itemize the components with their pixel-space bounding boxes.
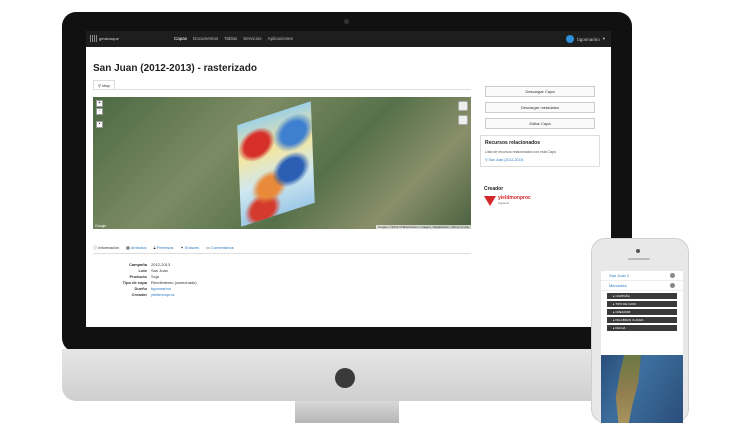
creator-link[interactable]: yieldmonproc <box>151 292 175 298</box>
phone-menu-creador[interactable]: ▸ CREADOR <box>607 309 677 315</box>
map-view[interactable]: + - ▪ Google Imagery ©2016 CNES/Astrium,… <box>93 97 471 229</box>
related-resources-box: Recursos relacionados Lista de recursos … <box>480 135 600 167</box>
tab-divider <box>93 89 471 90</box>
zoom-in-button[interactable]: + <box>96 100 103 107</box>
phone-map[interactable] <box>601 355 683 423</box>
info-row: Creador yieldmonproc <box>93 292 197 298</box>
nav-link-tablas[interactable]: Tablas <box>224 36 237 41</box>
monitor-screen: geoknoque Capas Documentos Tablas Servic… <box>86 31 611 327</box>
phone-map-land <box>615 355 641 423</box>
phone-menu-label: CAMPAÑA <box>615 294 630 298</box>
edit-layer-button[interactable]: Editar Capa <box>485 118 595 129</box>
top-navbar: geoknoque Capas Documentos Tablas Servic… <box>86 31 611 47</box>
user-name: bgonnarino <box>577 36 600 42</box>
google-logo: Google <box>95 224 107 228</box>
tab-atributos-label: Atributos <box>130 245 147 250</box>
creator-sub: ingeniería <box>498 202 509 205</box>
app-logo[interactable]: geoknoque <box>90 35 119 42</box>
tab-comentarios[interactable]: ▭ Comentarios <box>206 245 234 251</box>
creator-title: Creador <box>484 186 504 192</box>
related-resource-label: San Juan (2012-2013) <box>488 158 524 162</box>
tab-enlaces-label: Enlaces <box>184 245 200 250</box>
layers-icon[interactable] <box>458 101 468 111</box>
related-resource-link[interactable]: ⚲ San Juan (2012-2013) <box>485 158 595 162</box>
tab-atributos[interactable]: ▦ Atributos <box>126 245 146 251</box>
creator-logo-text: yieldmonproc ingeniería <box>498 196 531 206</box>
creator-section: Creador yieldmonproc ingeniería <box>484 186 531 206</box>
nav-link-capas[interactable]: Capas <box>174 36 187 41</box>
tab-comentarios-label: Comentarios <box>211 245 234 250</box>
monitor-stand <box>295 401 399 423</box>
side-panel: Descargar Capa Descargar metadatos Edita… <box>480 81 600 167</box>
tab-informacion-label: Información <box>98 245 120 250</box>
download-layer-button[interactable]: Descargar Capa <box>485 86 595 97</box>
related-resources-title: Recursos relacionados <box>485 140 541 146</box>
nav-links: Capas Documentos Tablas Servicios Aplica… <box>174 36 293 41</box>
user-menu[interactable]: bgonnarino ▾ <box>566 35 605 43</box>
info-tabs: ⓘ Información ▦ Atributos 🔒︎ Permisos ⚭ … <box>93 245 234 251</box>
tab-informacion[interactable]: ⓘ Información <box>93 245 119 251</box>
nav-link-documentos[interactable]: Documentos <box>193 36 218 41</box>
triangle-logo-icon <box>484 196 496 206</box>
info-table: Campaña 2012-2013 Lote San Juan Producto So… <box>93 262 197 298</box>
phone-menu-palabras-claves[interactable]: ▸ PALABRAS CLAVES <box>607 317 677 323</box>
phone-menu-campana[interactable]: ▸ CAMPAÑA <box>607 293 677 299</box>
phone-camera <box>636 249 640 253</box>
phone-menu-label: TIPO DE CAPA <box>615 302 637 306</box>
phone-screen: San Juan 2 Mercedes ▸ CAMPAÑA ▸ TIPO DE … <box>601 271 683 423</box>
map-pin-icon: ⚲ <box>485 158 488 162</box>
chevron-down-icon: ▾ <box>602 36 605 41</box>
nav-link-servicios[interactable]: Servicios <box>243 36 261 41</box>
app-logo-text: geoknoque <box>99 36 119 41</box>
map-pin-icon: ⚲ <box>98 83 101 88</box>
related-resources-text: Lista de recursos relacionados con esta … <box>485 150 557 154</box>
monitor-camera <box>344 19 349 24</box>
monitor-logo-button <box>335 368 355 388</box>
phone-menu-label: CREADOR <box>615 310 631 314</box>
phone-speaker <box>628 258 650 260</box>
creator-logo[interactable]: yieldmonproc ingeniería <box>484 196 531 206</box>
phone-list-item[interactable]: Mercedes <box>601 281 683 291</box>
download-metadata-button[interactable]: Descargar metadatos <box>485 102 595 113</box>
phone-menu-tipo-capa[interactable]: ▸ TIPO DE CAPA <box>607 301 677 307</box>
fullscreen-button[interactable]: ▪ <box>96 121 103 128</box>
phone-menu-label: FECHA <box>615 326 626 330</box>
phone-menu-label: PALABRAS CLAVES <box>615 318 644 322</box>
badge-icon <box>670 273 675 278</box>
user-avatar-icon <box>566 35 575 43</box>
badge-icon <box>670 283 675 288</box>
phone-link-label: Mercedes <box>609 283 627 288</box>
map-attribution[interactable]: Imagery ©2016 CNES/Astrium, Imagery, Dig… <box>375 225 471 229</box>
tab-map-label: Map <box>102 83 110 88</box>
page-title: San Juan (2012-2013) - rasterizado <box>93 63 257 74</box>
zoom-out-button[interactable]: - <box>96 108 103 115</box>
nav-link-aplicaciones[interactable]: Aplicaciones <box>268 36 293 41</box>
info-tabs-divider <box>93 253 471 254</box>
phone-list-item[interactable]: San Juan 2 <box>601 271 683 281</box>
info-key: Creador <box>131 292 147 297</box>
grid-icon <box>90 35 97 42</box>
tab-permisos[interactable]: 🔒︎ Permisos <box>154 245 174 251</box>
tab-permisos-label: Permisos <box>156 245 174 250</box>
basemap-icon[interactable] <box>458 115 468 125</box>
yield-raster-layer <box>237 101 315 227</box>
tab-enlaces[interactable]: ⚭ Enlaces <box>180 245 199 251</box>
phone-menu-fecha[interactable]: ▸ FECHA <box>607 325 677 331</box>
phone-link-label: San Juan 2 <box>609 273 630 278</box>
